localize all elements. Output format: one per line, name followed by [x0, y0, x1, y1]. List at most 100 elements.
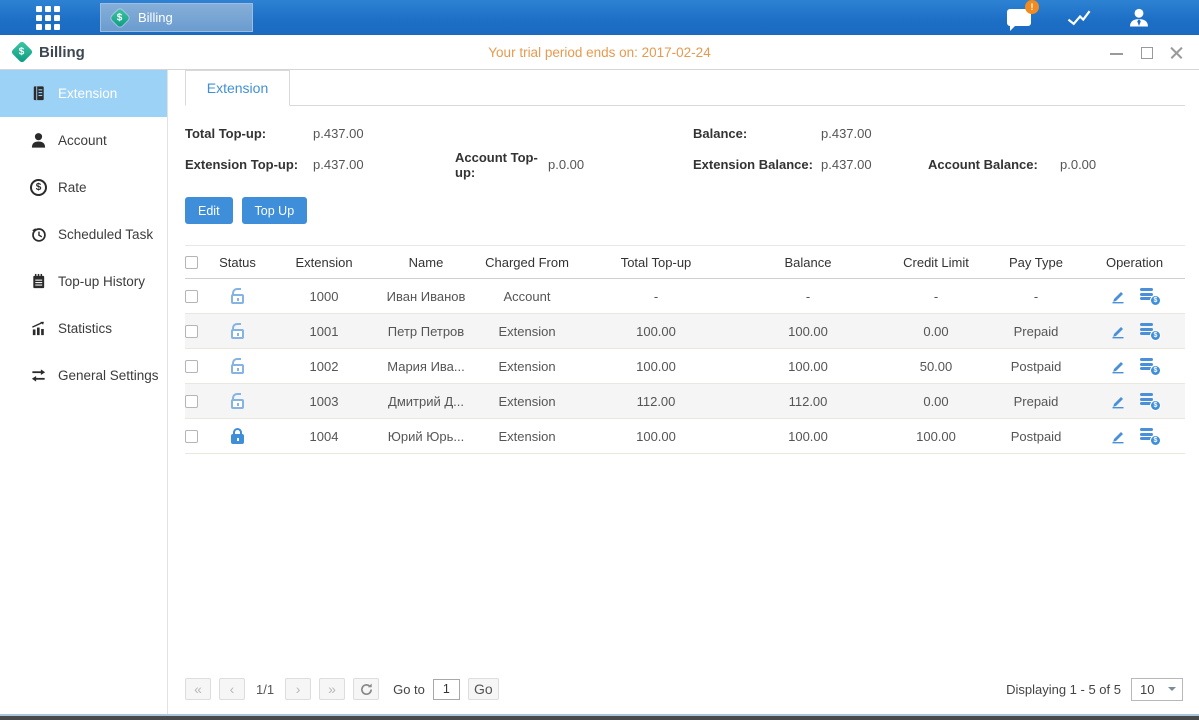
cell-total-topup: 100.00	[580, 419, 732, 453]
cell-balance: 112.00	[732, 384, 884, 418]
table-row[interactable]: 1000 Иван Иванов Account - - - - $	[185, 279, 1185, 314]
sidebar-item-account[interactable]: Account	[0, 117, 167, 164]
window-titlebar: $ Billing Your trial period ends on: 201…	[0, 35, 1199, 70]
topup-coins-icon[interactable]: $	[1140, 393, 1160, 409]
cell-charged-from: Extension	[474, 349, 580, 383]
sidebar-item-label: Account	[58, 133, 107, 148]
first-page-button[interactable]: «	[185, 678, 211, 700]
close-icon[interactable]	[1170, 46, 1183, 59]
resource-monitor-icon[interactable]	[1065, 6, 1093, 30]
topup-coins-icon[interactable]: $	[1140, 288, 1160, 304]
cell-charged-from: Extension	[474, 314, 580, 348]
sidebar-item-topup-history[interactable]: Top-up History	[0, 258, 167, 305]
cell-pay-type: Prepaid	[988, 384, 1084, 418]
trial-notice: Your trial period ends on: 2017-02-24	[488, 45, 710, 60]
goto-label: Go to	[393, 682, 425, 697]
topup-coins-icon[interactable]: $	[1140, 428, 1160, 444]
unlock-status-icon	[229, 393, 246, 409]
maximize-icon[interactable]	[1140, 46, 1153, 59]
tab-label: Extension	[207, 80, 268, 96]
window-title: Billing	[39, 44, 85, 61]
last-page-button[interactable]: »	[319, 678, 345, 700]
account-topup-value: p.0.00	[548, 149, 693, 180]
cell-extension: 1002	[270, 349, 378, 383]
person-icon	[30, 132, 47, 149]
row-checkbox[interactable]	[185, 430, 198, 443]
tab-extension[interactable]: Extension	[185, 70, 290, 106]
select-all-checkbox[interactable]	[185, 256, 198, 269]
edit-icon[interactable]	[1109, 289, 1126, 304]
cell-pay-type: Prepaid	[988, 314, 1084, 348]
user-account-icon[interactable]	[1125, 6, 1153, 30]
rate-dollar-icon: $	[30, 179, 47, 196]
sidebar-item-general-settings[interactable]: General Settings	[0, 352, 167, 399]
cell-pay-type: Postpaid	[988, 349, 1084, 383]
col-total-topup: Total Top-up	[580, 246, 732, 278]
col-extension: Extension	[270, 246, 378, 278]
account-topup-label: Account Top-up:	[455, 149, 548, 180]
row-checkbox[interactable]	[185, 395, 198, 408]
unlock-status-icon	[229, 323, 246, 339]
col-charged-from: Charged From	[474, 246, 580, 278]
lock-status-icon	[229, 428, 246, 444]
sidebar-item-extension[interactable]: Extension	[0, 70, 167, 117]
minimize-icon[interactable]	[1110, 46, 1123, 59]
cell-extension: 1004	[270, 419, 378, 453]
table-row[interactable]: 1004 Юрий Юрь... Extension 100.00 100.00…	[185, 419, 1185, 454]
billing-diamond-icon: $	[110, 8, 130, 28]
sidebar-item-rate[interactable]: $ Rate	[0, 164, 167, 211]
notifications-icon[interactable]: !	[1005, 6, 1033, 30]
cell-balance: -	[732, 279, 884, 313]
sidebar-item-statistics[interactable]: Statistics	[0, 305, 167, 352]
cell-total-topup: 100.00	[580, 349, 732, 383]
prev-page-button[interactable]: ‹	[219, 678, 245, 700]
table-header: Status Extension Name Charged From Total…	[185, 245, 1185, 279]
sidebar-item-scheduled-task[interactable]: Scheduled Task	[0, 211, 167, 258]
extension-topup-label: Extension Top-up:	[185, 149, 313, 180]
billing-logo-icon: $	[12, 42, 32, 62]
total-topup-label: Total Top-up:	[185, 118, 313, 149]
cell-credit-limit: -	[884, 279, 988, 313]
ledger-icon	[30, 85, 47, 102]
cell-total-topup: 112.00	[580, 384, 732, 418]
table-row[interactable]: 1003 Дмитрий Д... Extension 112.00 112.0…	[185, 384, 1185, 419]
topup-coins-icon[interactable]: $	[1140, 323, 1160, 339]
sidebar-item-label: Scheduled Task	[58, 227, 153, 242]
refresh-button[interactable]	[353, 678, 379, 700]
row-checkbox[interactable]	[185, 290, 198, 303]
edit-icon[interactable]	[1109, 359, 1126, 374]
sidebar-item-label: Top-up History	[58, 274, 145, 289]
app-grid-icon[interactable]	[36, 6, 60, 30]
col-status: Status	[205, 246, 270, 278]
page-size-value: 10	[1132, 682, 1154, 697]
bar-chart-icon	[30, 320, 47, 337]
cell-balance: 100.00	[732, 419, 884, 453]
cell-credit-limit: 0.00	[884, 384, 988, 418]
table-row[interactable]: 1002 Мария Ива... Extension 100.00 100.0…	[185, 349, 1185, 384]
cell-total-topup: -	[580, 279, 732, 313]
next-page-button[interactable]: ›	[285, 678, 311, 700]
goto-page-input[interactable]	[433, 679, 460, 700]
taskbar-tab-billing[interactable]: $ Billing	[100, 3, 253, 32]
edit-icon[interactable]	[1109, 394, 1126, 409]
unlock-status-icon	[229, 358, 246, 374]
cell-name: Мария Ива...	[378, 349, 474, 383]
go-button[interactable]: Go	[468, 678, 499, 700]
tab-bar: Extension	[185, 70, 1185, 106]
extension-balance-value: p.437.00	[821, 149, 928, 180]
edit-icon[interactable]	[1109, 324, 1126, 339]
edit-button[interactable]: Edit	[185, 197, 233, 224]
chevron-down-icon	[1168, 687, 1176, 695]
top-up-button[interactable]: Top Up	[242, 197, 308, 224]
row-checkbox[interactable]	[185, 325, 198, 338]
cell-charged-from: Extension	[474, 384, 580, 418]
cell-credit-limit: 0.00	[884, 314, 988, 348]
row-checkbox[interactable]	[185, 360, 198, 373]
sidebar-item-label: Rate	[58, 180, 87, 195]
cell-credit-limit: 100.00	[884, 419, 988, 453]
page-size-select[interactable]: 10	[1131, 678, 1183, 701]
edit-icon[interactable]	[1109, 429, 1126, 444]
table-row[interactable]: 1001 Петр Петров Extension 100.00 100.00…	[185, 314, 1185, 349]
cell-extension: 1001	[270, 314, 378, 348]
topup-coins-icon[interactable]: $	[1140, 358, 1160, 374]
